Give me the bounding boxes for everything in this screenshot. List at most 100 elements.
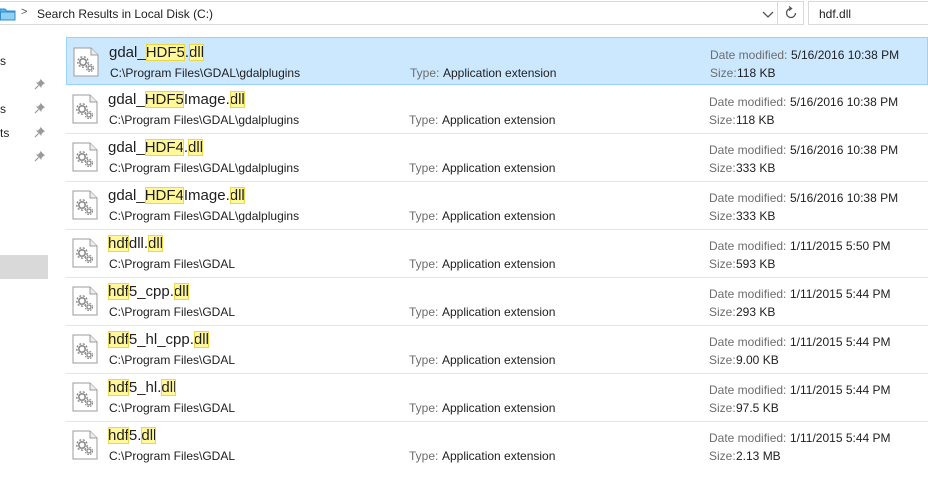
nav-item[interactable]: ts [0,122,48,144]
size-label: Size: [709,305,736,319]
file-path: C:\Program Files\GDAL\gdalplugins [109,209,300,223]
size-label: Size: [710,66,737,80]
file-name-segment: 5_hl. [128,379,162,396]
search-match-highlight: dll [188,139,204,156]
file-path: C:\Program Files\GDAL [109,257,236,271]
type-label: Type: [409,209,439,223]
dll-file-icon [72,238,98,268]
result-row[interactable]: hdf5.dll C:\Program Files\GDAL Type: Applic… [66,421,928,469]
search-match-highlight: HDF4 [144,139,184,156]
search-match-highlight: dll [161,379,177,396]
result-row[interactable]: hdf5_hl_cpp.dll C:\Program Files\GDAL Type… [66,325,928,373]
file-path: C:\Program Files\GDAL [109,353,236,367]
file-name: hdf5_hl_cpp.dll [108,331,209,349]
pin-icon[interactable] [34,102,46,114]
type-label: Type: [409,305,439,319]
result-row[interactable]: hdf5_cpp.dll C:\Program Files\GDAL Type: Ap… [66,277,928,325]
date-modified-label: Date modified: [709,143,787,157]
file-name: gdal_HDF5.dll [109,44,205,62]
search-match-highlight: dll [229,91,245,108]
file-name: hdf5_hl.dll [108,379,177,397]
folder-icon [0,8,16,21]
type-label: Type: [409,401,439,415]
type-label: Type: [409,353,439,367]
search-match-highlight: dll [141,427,157,444]
file-type: Application extension [442,353,556,367]
search-match-highlight: dll [229,187,245,204]
result-row[interactable]: gdal_HDF4Image.dll C:\Program Files\GDAL\… [66,181,928,229]
file-name-segment: gdal_ [108,91,145,108]
file-path: C:\Program Files\GDAL [109,449,236,463]
pin-icon[interactable] [34,126,46,138]
size-label: Size: [709,401,736,415]
nav-item[interactable]: s [0,98,48,120]
nav-item[interactable]: s [0,50,48,72]
search-match-highlight: hdf [108,283,129,300]
address-bar: > Search Results in Local Disk (C:) hdf.… [0,0,928,26]
size-label: Size: [709,113,736,127]
search-match-highlight: dll [173,283,189,300]
result-row[interactable]: gdal_HDF5Image.dll C:\Program Files\GDAL\… [66,85,928,133]
file-name-segment: dll. [128,235,149,252]
result-row[interactable]: hdfdll.dll C:\Program Files\GDAL Type: Appl… [66,229,928,277]
file-name-segment: 5_cpp. [128,283,174,300]
file-type: Application extension [442,305,556,319]
search-match-highlight: HDF5 [145,44,185,61]
refresh-button[interactable] [778,1,804,25]
search-match-highlight: HDF4 [144,187,184,204]
file-size: 9.00 KB [736,353,779,367]
pin-icon[interactable] [34,78,46,90]
file-path: C:\Program Files\GDAL [109,305,236,319]
result-row[interactable]: gdal_HDF4.dll C:\Program Files\GDAL\gdalp… [66,133,928,181]
dll-file-icon [72,190,98,220]
search-match-highlight: dll [189,44,205,61]
date-modified-label: Date modified: [709,335,787,349]
date-modified-value: 1/11/2015 5:44 PM [790,287,891,301]
date-modified-label: Date modified: [709,239,787,253]
dll-file-icon [72,142,98,172]
file-name-segment: Image. [183,187,230,204]
file-type: Application extension [442,161,556,175]
date-modified-value: 1/11/2015 5:44 PM [790,335,891,349]
date-modified-value: 1/11/2015 5:50 PM [790,239,891,253]
result-row[interactable]: gdal_HDF5.dll C:\Program Files\GDAL\gdalp… [66,37,928,85]
file-type: Application extension [442,257,556,271]
breadcrumb-path[interactable]: Search Results in Local Disk (C:) [37,7,213,21]
file-name-segment: gdal_ [108,187,145,204]
search-match-highlight: hdf [108,235,129,252]
navigation-pane: s s ts [0,26,48,484]
dll-file-icon [72,94,98,124]
search-match-highlight: hdf [108,331,129,348]
search-match-highlight: HDF5 [144,91,184,108]
size-label: Size: [709,353,736,367]
type-label: Type: [409,161,439,175]
breadcrumb-separator[interactable]: > [21,6,27,18]
pin-icon[interactable] [34,150,46,162]
search-input[interactable]: hdf.dll [808,1,928,25]
dll-file-icon [73,47,99,77]
chevron-down-icon[interactable] [760,6,776,22]
nav-item[interactable] [0,146,48,168]
date-modified-label: Date modified: [709,431,787,445]
type-label: Type: [409,113,439,127]
size-label: Size: [709,257,736,271]
date-modified-value: 1/11/2015 5:44 PM [790,383,891,397]
file-name-segment: 5. [128,427,142,444]
file-name-segment: 5_hl_cpp. [128,331,194,348]
date-modified-label: Date modified: [709,95,787,109]
result-row[interactable]: hdf5_hl.dll C:\Program Files\GDAL Type: App… [66,373,928,421]
file-name: hdfdll.dll [108,235,164,253]
nav-item[interactable] [0,74,48,96]
date-modified-value: 1/11/2015 5:44 PM [790,431,891,445]
address-box[interactable]: > Search Results in Local Disk (C:) [0,1,778,25]
type-label: Type: [409,257,439,271]
file-type: Application extension [442,113,556,127]
nav-item-selected[interactable] [0,255,48,279]
search-match-highlight: dll [193,331,209,348]
file-name: hdf5_cpp.dll [108,283,189,301]
file-name: gdal_HDF4Image.dll [108,187,245,205]
nav-item-label: s [0,102,6,116]
date-modified-label: Date modified: [709,191,787,205]
dll-file-icon [72,334,98,364]
dll-file-icon [72,286,98,316]
